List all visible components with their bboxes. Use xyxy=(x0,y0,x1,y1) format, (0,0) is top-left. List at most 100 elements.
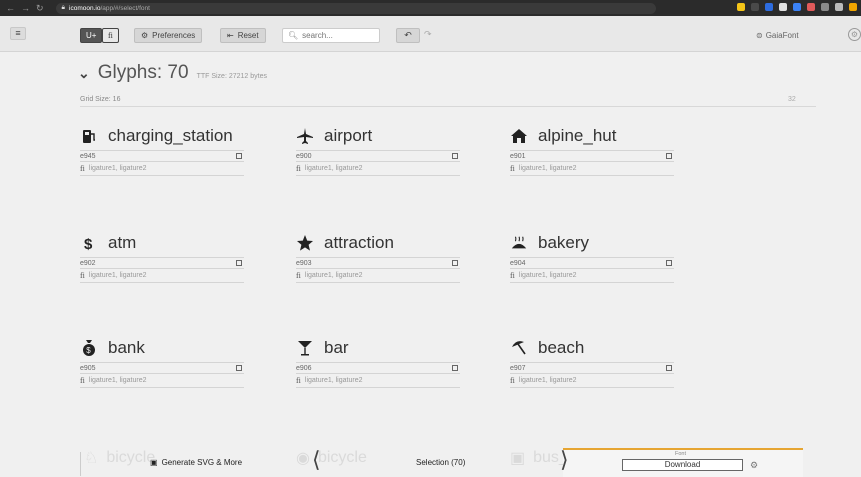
glyph-card[interactable]: bakery e904 fi ligature1, ligature2 xyxy=(510,231,674,283)
glyph-code[interactable]: e904 xyxy=(510,260,526,267)
glyph-checkbox[interactable] xyxy=(236,365,242,371)
ligature-icon: fi xyxy=(80,164,85,173)
back-icon[interactable]: ← xyxy=(6,3,15,14)
reset-button[interactable]: ⇤ Reset xyxy=(220,28,266,43)
search-icon: 🔍︎ xyxy=(288,31,299,40)
menu-icon[interactable]: ≡ xyxy=(10,27,26,40)
generate-svg-button[interactable]: ▣ Generate SVG & More xyxy=(150,458,242,467)
glyph-card[interactable]: charging_station e945 fi ligature1, ligatur… xyxy=(80,124,244,176)
glyph-set-header[interactable]: ⌄ Glyphs: 70 TTF Size: 27212 bytes xyxy=(78,62,267,84)
glyph-head[interactable]: attraction xyxy=(296,231,460,255)
glyph-head[interactable]: beach xyxy=(510,336,674,360)
preferences-button[interactable]: ⚙ Preferences xyxy=(134,28,203,43)
url-path: /app/#/select/font xyxy=(100,4,150,12)
font-settings-icon[interactable]: ⚙ xyxy=(750,460,758,471)
glyph-head[interactable]: alpine_hut xyxy=(510,124,674,148)
set-title: Glyphs: 70 xyxy=(97,62,189,83)
glyph-card[interactable]: alpine_hut e901 fi ligature1, ligature2 xyxy=(510,124,674,176)
glyph-ligatures[interactable]: ligature1, ligature2 xyxy=(89,377,147,384)
glyph-ligatures[interactable]: ligature1, ligature2 xyxy=(305,272,363,279)
ligature-icon: fi xyxy=(80,271,85,280)
bicycle-icon: ◉ xyxy=(296,450,310,467)
glyph-code-row: e900 xyxy=(296,150,460,162)
glyph-card[interactable]: bar e906 fi ligature1, ligature2 xyxy=(296,336,460,388)
download-button[interactable]: Download xyxy=(622,459,743,471)
browser-extension-icon[interactable] xyxy=(779,3,787,11)
glyph-ligature-row: fi ligature1, ligature2 xyxy=(510,374,674,388)
browser-extension-icon[interactable] xyxy=(849,3,857,11)
app-toolbar: ≡ U+ fi ⚙ Preferences ⇤ Reset 🔍︎ ↶ ↷ ⊜ G… xyxy=(0,16,861,52)
forward-icon[interactable]: → xyxy=(21,3,30,14)
money-bag-icon: $ xyxy=(80,339,98,357)
glyph-checkbox[interactable] xyxy=(666,153,672,159)
glyph-checkbox[interactable] xyxy=(666,260,672,266)
glyph-code[interactable]: e902 xyxy=(80,260,96,267)
glyph-ligatures[interactable]: ligature1, ligature2 xyxy=(519,272,577,279)
glyph-card[interactable]: $ bank e905 fi ligature1, ligature2 xyxy=(80,336,244,388)
browser-extension-icon[interactable] xyxy=(793,3,801,11)
font-name-label[interactable]: ⊜ GaiaFont xyxy=(756,31,799,40)
redo-button[interactable]: ↷ xyxy=(424,29,432,40)
glyph-head[interactable]: $ atm xyxy=(80,231,244,255)
browser-extension-icon[interactable] xyxy=(835,3,843,11)
star-icon xyxy=(296,234,314,252)
glyph-code[interactable]: e903 xyxy=(296,260,312,267)
glyph-checkbox[interactable] xyxy=(236,260,242,266)
glyph-code[interactable]: e945 xyxy=(80,153,96,160)
ligature-icon: fi xyxy=(296,164,301,173)
address-bar[interactable]: 🔒︎ icomoon.io/app/#/select/font xyxy=(55,2,656,14)
glyph-card[interactable]: airport e900 fi ligature1, ligature2 xyxy=(296,124,460,176)
glyph-ligatures[interactable]: ligature1, ligature2 xyxy=(89,272,147,279)
glyph-name: charging_station xyxy=(108,126,233,145)
glyph-card[interactable]: $ atm e902 fi ligature1, ligature2 xyxy=(80,231,244,283)
glyph-checkbox[interactable] xyxy=(452,153,458,159)
glyph-head[interactable]: bar xyxy=(296,336,460,360)
glyph-code-row: e905 xyxy=(80,362,244,374)
glyph-card[interactable]: attraction e903 fi ligature1, ligature2 xyxy=(296,231,460,283)
glyph-checkbox[interactable] xyxy=(452,365,458,371)
chevron-down-icon[interactable]: ⌄ xyxy=(78,65,90,82)
gear-icon: ⚙ xyxy=(141,31,149,40)
bottom-divider xyxy=(80,452,81,476)
glyph-ligatures[interactable]: ligature1, ligature2 xyxy=(305,377,363,384)
ligature-icon: fi xyxy=(510,164,515,173)
dollar-icon: $ xyxy=(80,234,98,252)
glyph-checkbox[interactable] xyxy=(452,260,458,266)
glyph-ligatures[interactable]: ligature1, ligature2 xyxy=(519,377,577,384)
browser-extension-icon[interactable] xyxy=(737,3,745,11)
search-input[interactable] xyxy=(302,31,373,40)
glyph-ligatures[interactable]: ligature1, ligature2 xyxy=(305,165,363,172)
glyph-head[interactable]: charging_station xyxy=(80,124,244,148)
glyph-ligatures[interactable]: ligature1, ligature2 xyxy=(519,165,577,172)
glyph-card[interactable]: beach e907 fi ligature1, ligature2 xyxy=(510,336,674,388)
unicode-toggle-button[interactable]: U+ xyxy=(80,28,103,43)
glyph-head[interactable]: bakery xyxy=(510,231,674,255)
glyph-code[interactable]: e906 xyxy=(296,365,312,372)
image-icon: ▣ xyxy=(150,458,158,467)
charging-station-icon xyxy=(80,127,98,145)
browser-extension-icon[interactable] xyxy=(807,3,815,11)
reload-icon[interactable]: ↻ xyxy=(36,3,44,14)
glyph-name: beach xyxy=(538,338,585,357)
glyph-ligatures[interactable]: ligature1, ligature2 xyxy=(89,165,147,172)
glyph-head[interactable]: $ bank xyxy=(80,336,244,360)
glyph-checkbox[interactable] xyxy=(236,153,242,159)
glyph-head[interactable]: airport xyxy=(296,124,460,148)
glyph-checkbox[interactable] xyxy=(666,365,672,371)
selection-count[interactable]: Selection (70) xyxy=(416,458,465,467)
undo-button[interactable]: ↶ xyxy=(396,28,420,43)
glyph-code[interactable]: e901 xyxy=(510,153,526,160)
browser-extension-icon[interactable] xyxy=(765,3,773,11)
grid-size-slider[interactable] xyxy=(80,106,816,107)
browser-extension-icon[interactable] xyxy=(821,3,829,11)
glyph-code[interactable]: e905 xyxy=(80,365,96,372)
glyph-code[interactable]: e900 xyxy=(296,153,312,160)
ttf-size: TTF Size: 27212 bytes xyxy=(196,73,267,80)
search-field[interactable]: 🔍︎ xyxy=(282,28,380,43)
browser-extension-icon[interactable] xyxy=(751,3,759,11)
glyph-code[interactable]: e907 xyxy=(510,365,526,372)
redo-icon: ↷ xyxy=(424,29,432,39)
glyph-name: bank xyxy=(108,338,145,357)
settings-circle-icon[interactable]: ⚙ xyxy=(848,28,861,41)
ligature-toggle-button[interactable]: fi xyxy=(102,28,119,43)
